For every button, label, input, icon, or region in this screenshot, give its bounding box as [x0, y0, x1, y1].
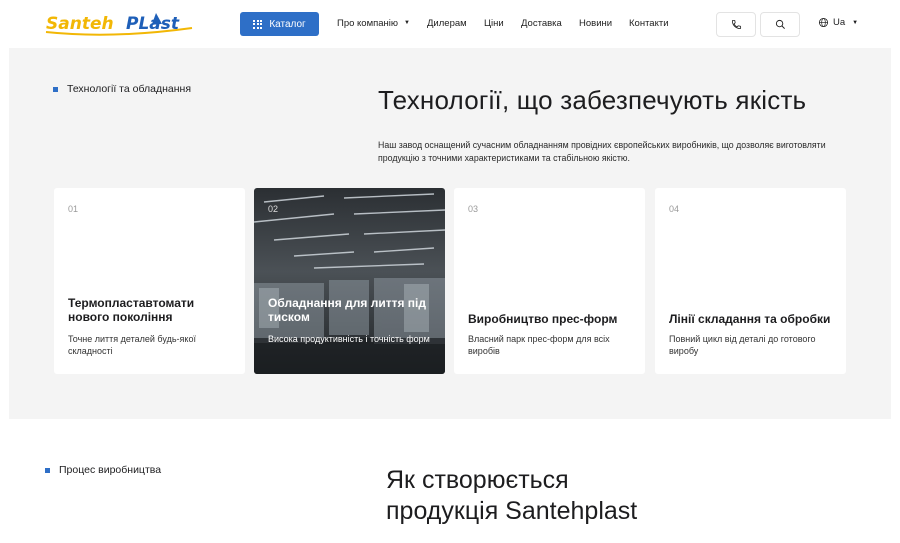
section-label-text: Технології та обладнання	[67, 83, 192, 95]
nav-about[interactable]: Про компанію ▼	[337, 18, 410, 29]
section-label-text: Процес виробництва	[59, 464, 162, 476]
factory-image	[254, 188, 445, 374]
phone-button[interactable]	[716, 12, 756, 37]
card-title: Лінії складання та обробки	[669, 312, 831, 326]
nav-delivery[interactable]: Доставка	[521, 18, 562, 29]
card-title: Термопластавтомати нового покоління	[68, 296, 195, 324]
process-title: Як створюється продукція Santehplast	[386, 465, 637, 527]
chevron-down-icon: ▼	[852, 19, 859, 26]
tech-card-2[interactable]: 02 Обладнання для лиття під тиском Висок…	[254, 188, 445, 374]
card-text: Повний цикл від деталі до готового вироб…	[669, 334, 816, 356]
grid-icon	[253, 19, 263, 29]
bullet-marker	[53, 86, 58, 92]
card-title: Обладнання для лиття під тиском	[268, 296, 426, 324]
card-number: 04	[669, 204, 680, 214]
section-label-process: Процес виробництва	[45, 464, 161, 476]
tech-description: Наш завод оснащений сучасним обладнанням…	[378, 140, 826, 163]
nav-news[interactable]: Новини	[579, 18, 612, 29]
chevron-down-icon: ▼	[404, 20, 410, 26]
bullet-marker	[45, 467, 50, 473]
card-number: 02	[268, 204, 279, 214]
card-number: 03	[468, 204, 479, 214]
catalog-label: Каталог	[269, 18, 306, 30]
santehplast-logo[interactable]: Santeh PLast	[44, 10, 194, 38]
search-icon	[775, 19, 785, 29]
tech-title: Технології, що забезпечують якість	[378, 85, 807, 115]
card-text: Висока продуктивність і точність форм	[268, 334, 430, 344]
nav-dealers[interactable]: Дилерам	[427, 18, 467, 29]
search-button[interactable]	[760, 12, 800, 37]
nav-prices[interactable]: Ціни	[484, 18, 504, 29]
section-label-tech: Технології та обладнання	[53, 83, 191, 95]
language-label: Ua	[833, 17, 846, 28]
phone-icon	[731, 19, 741, 30]
tech-card-3[interactable]: 03 Виробництво прес-форм Власний парк пр…	[454, 188, 645, 374]
card-text: Власний парк прес-форм для всіх виробів	[468, 334, 610, 356]
process-title-line2: продукція Santehplast	[386, 497, 638, 525]
nav-contacts[interactable]: Контакти	[629, 18, 669, 29]
site-header: Santeh PLast Каталог Про компанію ▼ Дилер…	[0, 0, 900, 48]
card-title: Виробництво прес-форм	[468, 312, 618, 326]
nav-about-label: Про компанію	[337, 18, 399, 29]
process-title-line1: Як створюється	[386, 466, 569, 494]
technologies-section: Технології та обладнання Технології, що …	[9, 48, 891, 419]
card-text: Точне лиття деталей будь-якої складності	[68, 334, 196, 356]
tech-card-1[interactable]: 01 Термопластавтомати нового покоління Т…	[54, 188, 245, 374]
catalog-button[interactable]: Каталог	[240, 12, 319, 36]
tech-card-4[interactable]: 04 Лінії складання та обробки Повний цик…	[655, 188, 846, 374]
globe-icon	[818, 17, 829, 28]
card-number: 01	[68, 204, 79, 214]
language-selector[interactable]: Ua ▼	[818, 17, 858, 28]
svg-text:Santeh: Santeh	[46, 14, 114, 34]
